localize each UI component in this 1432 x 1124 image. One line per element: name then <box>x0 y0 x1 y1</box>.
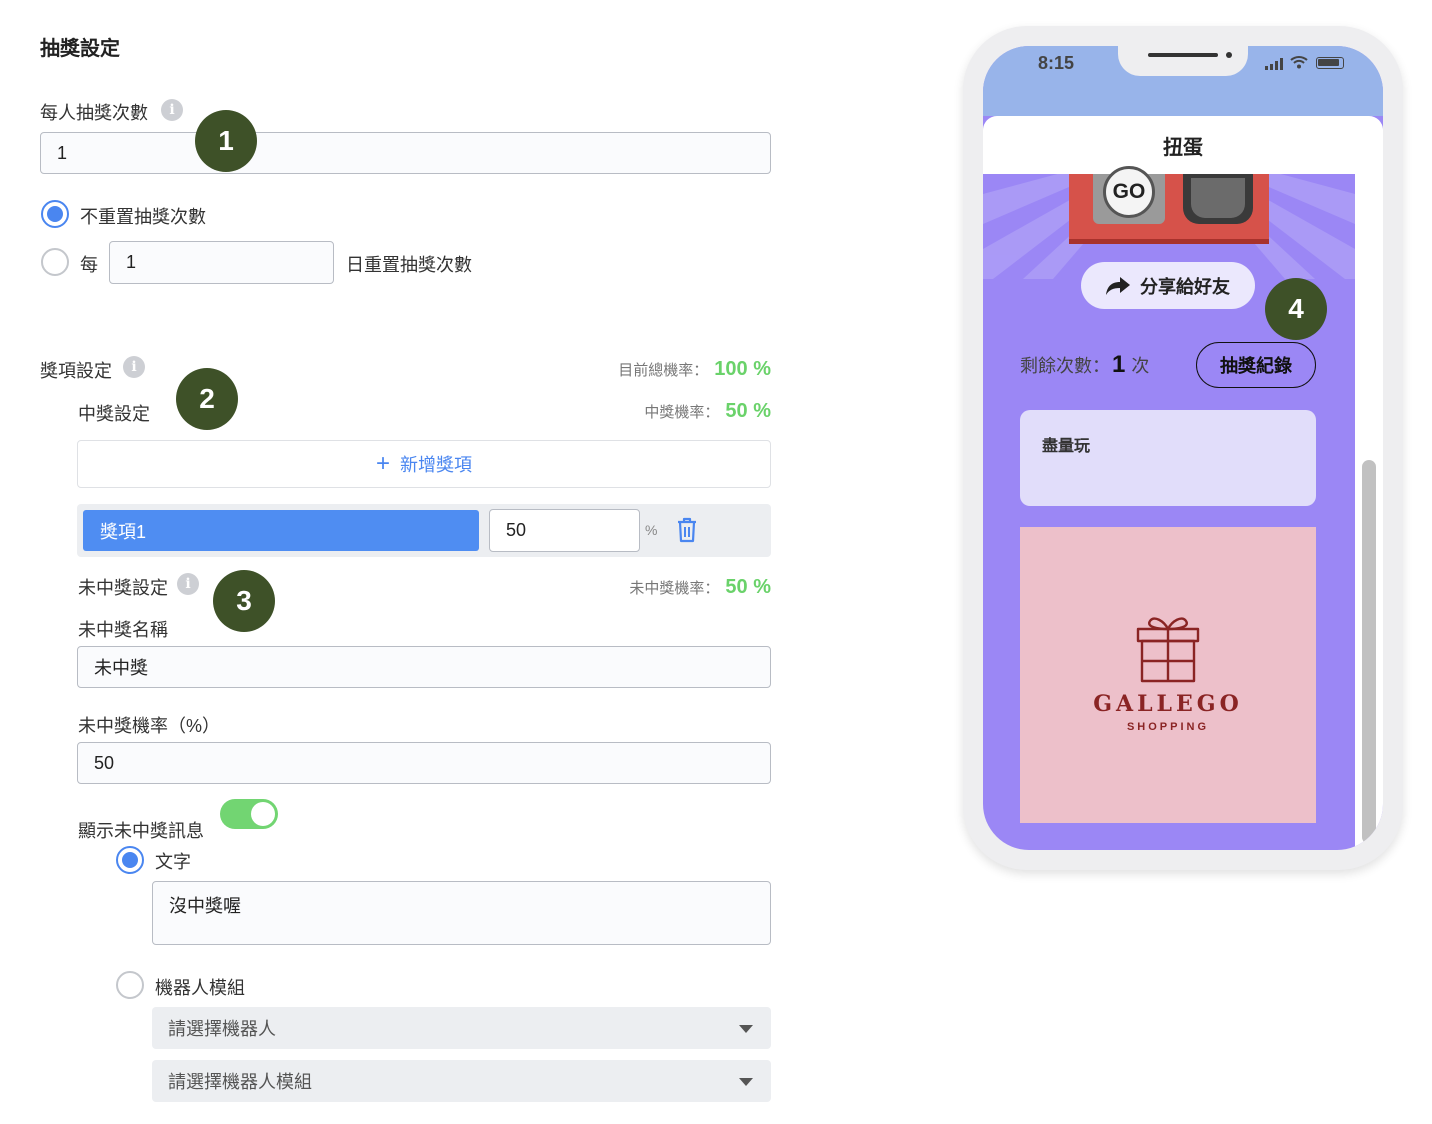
add-prize-button[interactable]: + 新增獎項 <box>77 440 771 488</box>
no-reset-radio[interactable] <box>41 200 69 228</box>
win-rate-value: 50 % <box>725 400 771 422</box>
battery-icon <box>1316 57 1344 69</box>
gift-icon <box>1136 615 1200 683</box>
draw-count-label: 每人抽獎次數 <box>40 103 148 123</box>
info-icon[interactable]: i <box>161 99 183 121</box>
phone-screen: 8:15 扭蛋 GO 分享給好友 剩餘次數： 1 次 抽獎紀錄 盡量玩 GALL… <box>983 46 1383 850</box>
share-icon <box>1106 276 1130 295</box>
go-button[interactable]: GO <box>1103 166 1155 218</box>
percent-unit: % <box>645 522 658 538</box>
remaining-count: 剩餘次數： 1 次 <box>1020 351 1149 379</box>
wifi-icon <box>1290 55 1308 69</box>
prize-name-field[interactable]: 獎項1 <box>83 510 479 551</box>
no-win-rate: 未中獎機率： 50 % <box>629 576 771 598</box>
dropdown-arrow-icon <box>739 1078 753 1086</box>
bot-module-select-placeholder: 請選擇機器人模組 <box>168 1072 312 1092</box>
remaining-value: 1 <box>1112 351 1126 378</box>
note-text: 盡量玩 <box>1042 438 1091 455</box>
no-win-prob-label: 未中獎機率（%） <box>78 716 221 736</box>
capsule-slot <box>1183 174 1253 224</box>
bot-option-radio[interactable] <box>116 971 144 999</box>
text-option-radio[interactable] <box>116 846 144 874</box>
reset-radio[interactable] <box>41 248 69 276</box>
no-win-title: 未中獎設定 <box>78 578 168 598</box>
prize-row: 獎項1 50 % <box>77 504 771 557</box>
app-header: 扭蛋 <box>983 116 1383 174</box>
marker-2: 2 <box>176 368 238 430</box>
signal-icon <box>1265 57 1285 70</box>
total-rate-value: 100 % <box>714 358 771 380</box>
status-time: 8:15 <box>1038 53 1075 73</box>
text-option-label: 文字 <box>155 852 191 872</box>
brand-name: GALLEGO <box>1093 691 1243 717</box>
marker-3: 3 <box>213 570 275 632</box>
no-win-rate-value: 50 % <box>725 576 771 598</box>
bot-option-label: 機器人模組 <box>155 978 245 998</box>
prize-settings-title: 獎項設定 <box>40 361 112 381</box>
prize-rate-input[interactable]: 50 <box>489 509 640 552</box>
reset-prefix-label: 每 <box>80 255 98 275</box>
remaining-unit: 次 <box>1131 356 1150 376</box>
no-win-prob-input[interactable]: 50 <box>77 742 771 784</box>
go-button-panel: GO <box>1093 166 1165 224</box>
remaining-label: 剩餘次數： <box>1020 356 1110 376</box>
marker-1: 1 <box>195 110 257 172</box>
notch <box>1118 46 1248 76</box>
draw-count-input[interactable]: 1 <box>40 132 771 174</box>
info-icon[interactable]: i <box>177 573 199 595</box>
no-reset-label: 不重置抽獎次數 <box>80 207 206 227</box>
reset-suffix-label: 日重置抽獎次數 <box>346 255 472 275</box>
brand-sub: SHOPPING <box>1126 721 1210 733</box>
show-msg-toggle[interactable] <box>220 799 278 829</box>
brand-image: GALLEGO SHOPPING <box>1020 527 1316 823</box>
win-settings-title: 中獎設定 <box>78 404 150 424</box>
section-title: 抽獎設定 <box>40 38 120 60</box>
history-button[interactable]: 抽獎紀錄 <box>1196 342 1316 388</box>
trash-icon[interactable] <box>675 517 699 543</box>
marker-4: 4 <box>1265 278 1327 340</box>
bot-select[interactable]: 請選擇機器人 <box>152 1007 771 1049</box>
bot-select-placeholder: 請選擇機器人 <box>168 1019 276 1039</box>
dropdown-arrow-icon <box>739 1025 753 1033</box>
camera <box>1226 52 1232 58</box>
no-win-name-label: 未中獎名稱 <box>78 620 168 640</box>
no-win-message-textarea[interactable]: 沒中獎喔 <box>152 881 771 945</box>
win-rate: 中獎機率： 50 % <box>644 400 771 422</box>
show-msg-label: 顯示未中獎訊息 <box>78 821 204 841</box>
toggle-knob <box>251 802 275 826</box>
reset-days-input[interactable]: 1 <box>109 241 334 284</box>
total-rate: 目前總機率： 100 % <box>618 358 771 380</box>
share-button[interactable]: 分享給好友 <box>1081 262 1255 309</box>
info-icon[interactable]: i <box>123 356 145 378</box>
app-title: 扭蛋 <box>1163 136 1203 159</box>
no-win-name-input[interactable]: 未中獎 <box>77 646 771 688</box>
scrollbar-thumb[interactable] <box>1362 460 1376 844</box>
plus-icon: + <box>375 450 390 477</box>
share-label: 分享給好友 <box>1140 276 1230 297</box>
bot-module-select[interactable]: 請選擇機器人模組 <box>152 1060 771 1102</box>
gacha-machine: GO <box>1069 166 1269 244</box>
note-card: 盡量玩 <box>1020 410 1316 506</box>
speaker <box>1148 53 1218 57</box>
add-prize-label: 新增獎項 <box>400 455 472 475</box>
